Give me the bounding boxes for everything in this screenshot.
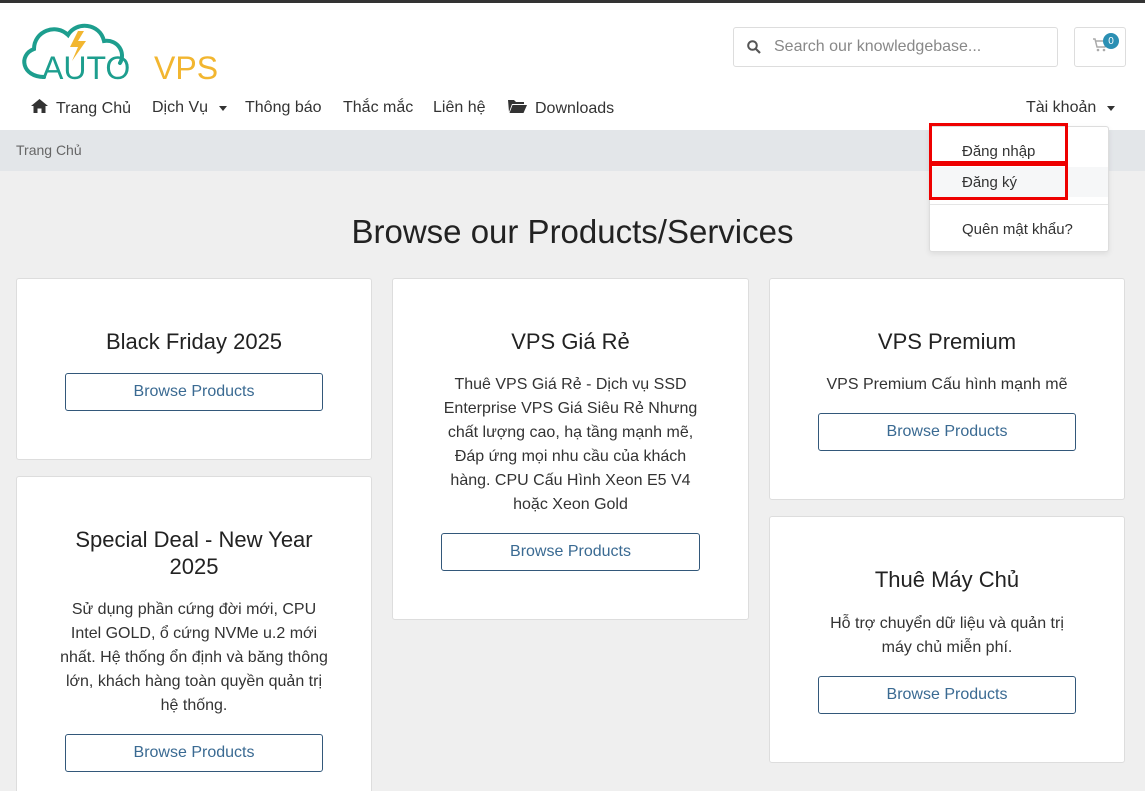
product-title: Thuê Máy Chủ [874, 567, 1020, 592]
nav-account[interactable]: Tài khoản [1026, 99, 1116, 117]
menu-item-forgot-password[interactable]: Quên mật khẩu? [930, 214, 1108, 244]
browse-products-button[interactable]: Browse Products [65, 734, 323, 772]
browse-products-button[interactable]: Browse Products [441, 533, 700, 571]
nav-announcements[interactable]: Thông báo [245, 99, 322, 117]
chevron-down-icon [219, 105, 228, 111]
nav-contact[interactable]: Liên hệ [433, 99, 486, 117]
logo-text-auto: AUTO [42, 50, 130, 83]
nav-services[interactable]: Dịch Vụ [152, 99, 228, 117]
nav-account-label: Tài khoản [1026, 99, 1097, 116]
menu-item-register[interactable]: Đăng ký [930, 167, 1108, 197]
home-icon [31, 99, 48, 118]
site-logo[interactable]: AUTO VPS [14, 17, 234, 86]
product-title: Special Deal - New Year 2025 [75, 527, 313, 579]
nav-downloads[interactable]: Downloads [508, 99, 614, 118]
browse-products-button[interactable]: Browse Products [65, 373, 323, 411]
search-icon [734, 40, 774, 54]
product-title: VPS Premium [877, 329, 1017, 354]
nav-downloads-label: Downloads [535, 99, 615, 117]
product-card-special-deal: Special Deal - New Year 2025 Sử dụng phầ… [16, 476, 372, 791]
nav-faq-label: Thắc mắc [343, 99, 414, 116]
product-title: VPS Giá Rẻ [511, 329, 630, 354]
cart-count-badge: 0 [1103, 33, 1119, 49]
product-title: Black Friday 2025 [105, 329, 283, 354]
logo-text-vps: VPS [154, 50, 218, 83]
chevron-down-icon [1107, 105, 1116, 111]
nav-announcements-label: Thông báo [245, 99, 322, 116]
product-description: Sử dụng phần cứng đời mới, CPU Intel GOL… [60, 601, 328, 714]
nav-home-label: Trang Chủ [56, 99, 131, 117]
nav-contact-label: Liên hệ [433, 99, 486, 116]
main-nav: Trang Chủ Dịch Vụ Thông báo Thắc mắc Liê… [0, 99, 1145, 123]
browse-products-button[interactable]: Browse Products [818, 413, 1076, 451]
product-description: Thuê VPS Giá Rẻ - Dịch vụ SSD Enterprise… [443, 376, 698, 513]
breadcrumb-home[interactable]: Trang Chủ [16, 142, 82, 158]
site-header: AUTO VPS 0 Trang Chủ Dịch Vụ Thông báo [0, 3, 1145, 130]
browse-products-button[interactable]: Browse Products [818, 676, 1076, 714]
search-input[interactable] [774, 38, 1034, 56]
product-card-black-friday: Black Friday 2025 Browse Products [16, 278, 372, 460]
product-card-vps-premium: VPS Premium VPS Premium Cấu hình mạnh mẽ… [769, 278, 1125, 500]
search-box [733, 27, 1058, 67]
folder-icon [508, 99, 527, 118]
nav-services-label: Dịch Vụ [152, 99, 209, 116]
product-description: Hỗ trợ chuyển dữ liệu và quản trị máy ch… [830, 615, 1064, 656]
nav-home[interactable]: Trang Chủ [31, 99, 131, 118]
cart-button[interactable]: 0 [1074, 27, 1126, 67]
product-card-thue-may-chu: Thuê Máy Chủ Hỗ trợ chuyển dữ liệu và qu… [769, 516, 1125, 763]
account-dropdown-menu: Đăng nhập Đăng ký Quên mật khẩu? [929, 126, 1109, 252]
product-description: VPS Premium Cấu hình mạnh mẽ [826, 376, 1068, 393]
menu-item-login[interactable]: Đăng nhập [930, 136, 1108, 166]
nav-faq[interactable]: Thắc mắc [343, 99, 413, 117]
menu-divider [930, 204, 1108, 205]
product-card-vps-gia-re: VPS Giá Rẻ Thuê VPS Giá Rẻ - Dịch vụ SSD… [392, 278, 749, 620]
